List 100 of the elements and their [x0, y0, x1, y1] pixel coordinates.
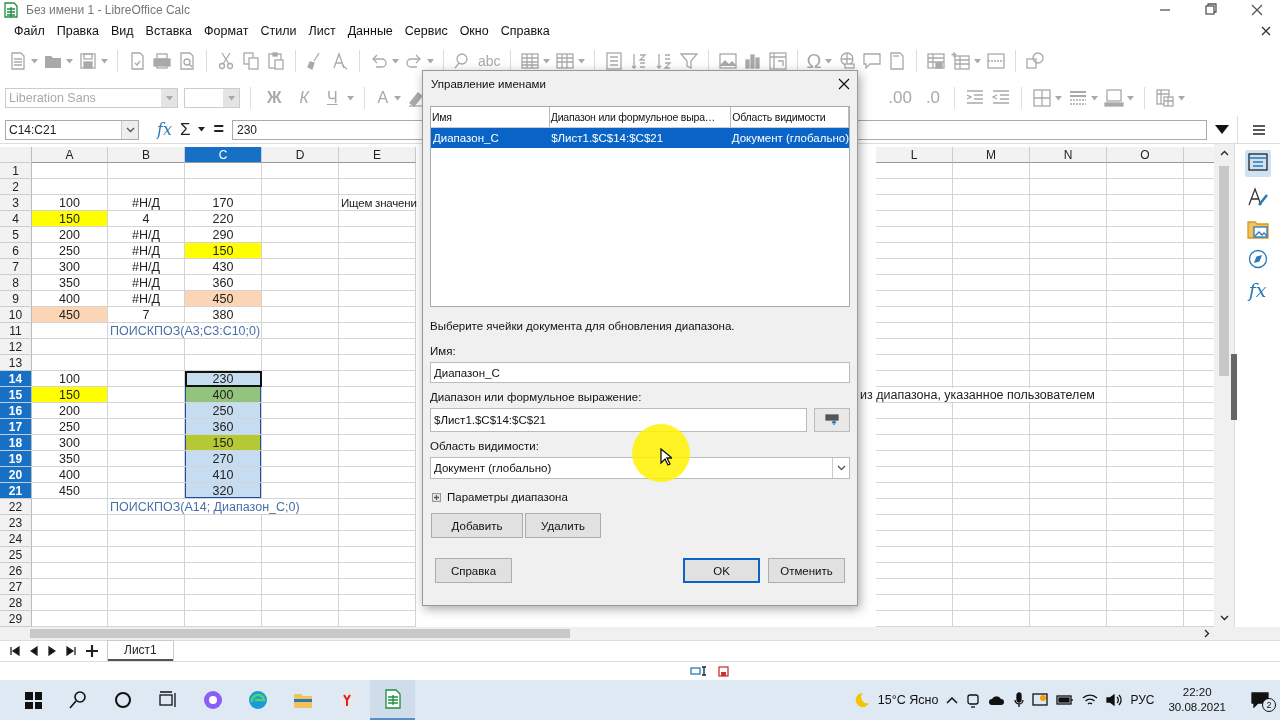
weather-text[interactable]: 15°C Ясно: [877, 693, 939, 707]
functions-tab[interactable]: fx: [1248, 279, 1267, 301]
row-header[interactable]: 26: [0, 563, 32, 579]
conditional-format-icon[interactable]: [1155, 88, 1176, 108]
menu-item[interactable]: Окно: [453, 22, 495, 40]
chevron-up-icon[interactable]: [946, 696, 959, 704]
border-color-icon[interactable]: [1104, 88, 1125, 108]
spreadsheet-app-icon[interactable]: [382, 689, 403, 709]
list-row[interactable]: Диапазон_C $Лист1.$C$14:$C$21 Документ (глобально): [431, 128, 849, 148]
row-header[interactable]: 13: [0, 355, 32, 371]
row-header[interactable]: 16: [0, 403, 32, 419]
column-header[interactable]: Область видимости: [731, 107, 849, 127]
clock[interactable]: 22:20 30.08.2021: [1168, 685, 1226, 715]
names-list[interactable]: Имя Диапазон или формульное выра… Область видимости Диапазон_C $Лист1.$C$14:$C$21 Документ (глобально): [430, 106, 850, 307]
row-header[interactable]: 22: [0, 499, 32, 515]
row-header[interactable]: 10: [0, 307, 32, 323]
column-header[interactable]: N: [1030, 147, 1107, 163]
column-header[interactable]: E: [339, 147, 416, 163]
row-header[interactable]: 9: [0, 291, 32, 307]
scroll-up-icon[interactable]: [1219, 150, 1229, 156]
row-header[interactable]: 27: [0, 579, 32, 595]
add-sheet-icon[interactable]: [86, 645, 98, 657]
meet-icon[interactable]: [966, 692, 981, 708]
menu-item[interactable]: Лист: [302, 22, 342, 40]
column-header[interactable]: A: [32, 147, 108, 163]
row-header[interactable]: 23: [0, 515, 32, 531]
row-header[interactable]: 1: [0, 163, 32, 179]
row-header[interactable]: 11: [0, 323, 32, 339]
menu-item[interactable]: Правка: [50, 22, 105, 40]
notification-icon[interactable]: [1251, 692, 1269, 708]
add-button[interactable]: Добавить: [431, 513, 523, 538]
vertical-scrollbar[interactable]: [1214, 144, 1235, 627]
column-header[interactable]: Имя: [431, 107, 550, 127]
row-header[interactable]: 20: [0, 467, 32, 483]
scroll-down-icon[interactable]: [1219, 615, 1229, 621]
column-header[interactable]: M: [953, 147, 1030, 163]
column-header[interactable]: O: [1107, 147, 1184, 163]
row-header[interactable]: 8: [0, 275, 32, 291]
row-header[interactable]: 17: [0, 419, 32, 435]
delete-button[interactable]: Удалить: [525, 513, 601, 538]
select-all-corner[interactable]: [0, 147, 32, 163]
range-field[interactable]: $Лист1.$C$14:$C$21: [430, 408, 807, 432]
menu-item[interactable]: Данные: [341, 22, 399, 40]
row-header[interactable]: 29: [0, 611, 32, 627]
browser-icon[interactable]: [337, 690, 358, 710]
menu-item[interactable]: Формат: [198, 22, 255, 40]
sidebar-handle[interactable]: [1231, 354, 1238, 420]
scrollbar-thumb[interactable]: [1219, 166, 1230, 376]
task-view-icon[interactable]: [157, 690, 178, 710]
row-header[interactable]: 5: [0, 227, 32, 243]
border-style-icon[interactable]: [1068, 88, 1089, 108]
assistant-icon[interactable]: [202, 690, 223, 710]
row-header[interactable]: 15: [0, 387, 32, 403]
ok-button[interactable]: OK: [683, 558, 760, 583]
close-icon[interactable]: [838, 78, 850, 90]
row-header[interactable]: 28: [0, 595, 32, 611]
sum-button[interactable]: Σ: [179, 119, 191, 140]
row-header[interactable]: 18: [0, 435, 32, 451]
menu-item[interactable]: Стили: [254, 22, 303, 40]
menu-item[interactable]: Сервис: [398, 22, 454, 40]
next-sheet-icon[interactable]: [48, 646, 56, 656]
cancel-button[interactable]: Отменить: [768, 558, 845, 583]
borders-icon[interactable]: [1032, 88, 1053, 108]
properties-tab[interactable]: [1244, 150, 1271, 177]
row-header[interactable]: 7: [0, 259, 32, 275]
close-icon[interactable]: [1260, 25, 1272, 37]
function-wizard-button[interactable]: fx: [157, 120, 172, 139]
column-header[interactable]: B: [108, 147, 185, 163]
row-header[interactable]: 6: [0, 243, 32, 259]
browser-icon[interactable]: [247, 690, 268, 710]
cloud-icon[interactable]: [988, 694, 1007, 706]
horizontal-scrollbar[interactable]: [0, 627, 1280, 640]
circle-icon[interactable]: [112, 690, 133, 710]
expand-icon[interactable]: [432, 492, 441, 502]
compass-icon[interactable]: [1247, 249, 1268, 269]
row-header[interactable]: 2: [0, 179, 32, 195]
previous-sheet-icon[interactable]: [30, 646, 38, 656]
row-header[interactable]: 3: [0, 195, 32, 211]
menu-item[interactable]: Вид: [104, 22, 140, 40]
row-header[interactable]: 19: [0, 451, 32, 467]
windows-start-icon[interactable]: [23, 691, 42, 709]
battery-icon[interactable]: [1056, 695, 1075, 705]
row-header[interactable]: 4: [0, 211, 32, 227]
menu-item[interactable]: Справка: [494, 22, 556, 40]
menu-item[interactable]: Файл: [8, 22, 51, 40]
help-button[interactable]: Справка: [435, 558, 512, 583]
row-header[interactable]: 12: [0, 339, 32, 355]
speaker-icon[interactable]: [1106, 693, 1123, 707]
microphone-icon[interactable]: [1014, 692, 1025, 708]
last-sheet-icon[interactable]: [66, 646, 76, 656]
column-header[interactable]: L: [876, 147, 953, 163]
expand-icon[interactable]: [1215, 125, 1229, 134]
scrollbar-thumb[interactable]: [30, 629, 570, 638]
column-header[interactable]: C: [185, 147, 262, 163]
column-header[interactable]: D: [262, 147, 339, 163]
formula-button[interactable]: =: [213, 119, 224, 140]
wifi-icon[interactable]: [1082, 693, 1099, 707]
column-header[interactable]: Диапазон или формульное выра…: [549, 107, 732, 127]
row-header[interactable]: 21: [0, 483, 32, 499]
name-box[interactable]: C14:C21: [5, 119, 139, 140]
